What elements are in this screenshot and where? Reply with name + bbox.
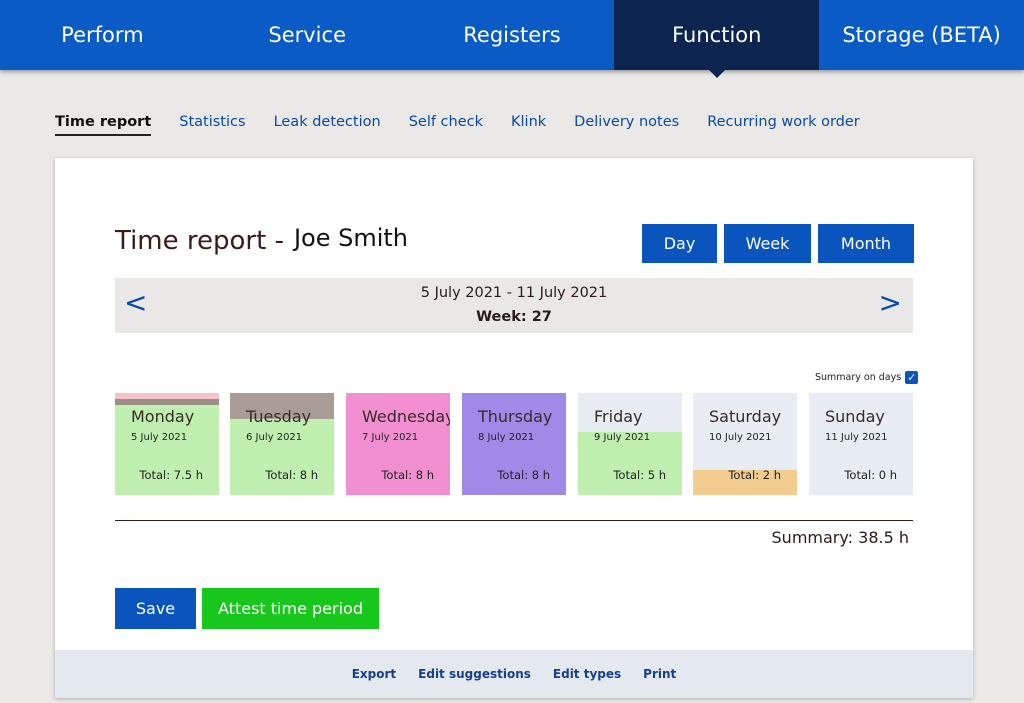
day-date: 11 July 2021 [825,432,888,443]
day-name: Monday [131,407,195,426]
nav-registers-label: Registers [463,23,561,47]
day-total: Total: 7.5 h [139,468,203,482]
page-title: Time report - Joe Smith [115,224,409,256]
view-switcher: Day Week Month [642,224,914,263]
summary-on-days-label: Summary on days [815,372,902,383]
summary-on-days-checkbox[interactable]: ✓ [905,371,919,384]
nav-storage[interactable]: Storage (BETA) [819,0,1024,70]
subnav-time-report[interactable]: Time report [55,114,152,136]
day-date: 9 July 2021 [594,432,651,443]
day-total: Total: 2 h [728,468,781,482]
day-name: Friday [594,407,643,426]
subnav-klink[interactable]: Klink [511,114,546,136]
day-card-sunday[interactable]: Sunday 11 July 2021 Total: 0 h [809,393,913,495]
subnav-self-check[interactable]: Self check [409,114,483,136]
day-total: Total: 8 h [497,468,550,482]
save-button[interactable]: Save [115,588,196,629]
day-total: Total: 0 h [844,468,897,482]
nav-function[interactable]: Function [614,0,820,78]
nav-perform-label: Perform [61,23,144,47]
subnav-delivery-notes[interactable]: Delivery notes [574,114,679,136]
day-fill-mid [115,399,219,405]
day-card-friday[interactable]: Friday 9 July 2021 Total: 5 h [578,393,682,495]
card-footer: Export Edit suggestions Edit types Print [55,650,973,698]
subnav-statistics[interactable]: Statistics [179,114,245,136]
sub-navigation: Time report Statistics Leak detection Se… [55,114,888,136]
next-period-icon[interactable]: > [879,286,902,319]
time-report-card: Time report - Joe Smith Day Week Month <… [55,158,973,698]
nav-function-label: Function [672,23,762,47]
export-link[interactable]: Export [352,667,396,681]
day-date: 5 July 2021 [131,432,188,443]
day-view-button[interactable]: Day [642,224,717,263]
day-card-monday[interactable]: Monday 5 July 2021 Total: 7.5 h [115,393,219,495]
nav-service[interactable]: Service [205,0,410,70]
nav-service-label: Service [268,23,346,47]
nav-registers[interactable]: Registers [410,0,615,70]
nav-perform[interactable]: Perform [0,0,205,70]
day-name: Saturday [709,407,782,426]
top-navigation: Perform Service Registers Function Stora… [0,0,1024,78]
summary-on-days-toggle: Summary on days ✓ [815,371,919,384]
attest-time-period-button[interactable]: Attest time period [202,588,379,629]
active-caret-icon [708,70,725,78]
day-name: Sunday [825,407,885,426]
day-card-tuesday[interactable]: Tuesday 6 July 2021 Total: 8 h [230,393,334,495]
nav-storage-label: Storage (BETA) [842,23,1001,47]
period-range: 5 July 2021 - 11 July 2021 [420,285,608,301]
day-date: 8 July 2021 [478,432,535,443]
day-card-thursday[interactable]: Thursday 8 July 2021 Total: 8 h [462,393,566,495]
edit-suggestions-link[interactable]: Edit suggestions [418,667,531,681]
day-name: Tuesday [246,407,312,426]
print-link[interactable]: Print [643,667,676,681]
subnav-recurring-work-order[interactable]: Recurring work order [707,114,860,136]
day-card-saturday[interactable]: Saturday 10 July 2021 Total: 2 h [693,393,797,495]
week-view-button[interactable]: Week [724,224,811,263]
day-total: Total: 5 h [613,468,666,482]
edit-types-link[interactable]: Edit types [553,667,621,681]
day-date: 6 July 2021 [246,432,303,443]
day-date: 10 July 2021 [709,432,772,443]
period-navigator: < 5 July 2021 - 11 July 2021 Week: 27 > [115,278,913,333]
day-card-wednesday[interactable]: Wednesday 7 July 2021 Total: 8 h [346,393,450,495]
day-total: Total: 8 h [265,468,318,482]
day-name: Thursday [478,407,553,426]
week-number: Week: 27 [476,309,552,325]
summary-divider [115,520,913,521]
day-total: Total: 8 h [381,468,434,482]
page-title-label: Time report - [115,226,284,256]
subnav-leak-detection[interactable]: Leak detection [274,114,381,136]
person-name: Joe Smith [293,224,409,252]
day-date: 7 July 2021 [362,432,419,443]
month-view-button[interactable]: Month [818,224,914,263]
week-summary: Summary: 38.5 h [771,528,909,547]
day-name: Wednesday [362,407,450,426]
